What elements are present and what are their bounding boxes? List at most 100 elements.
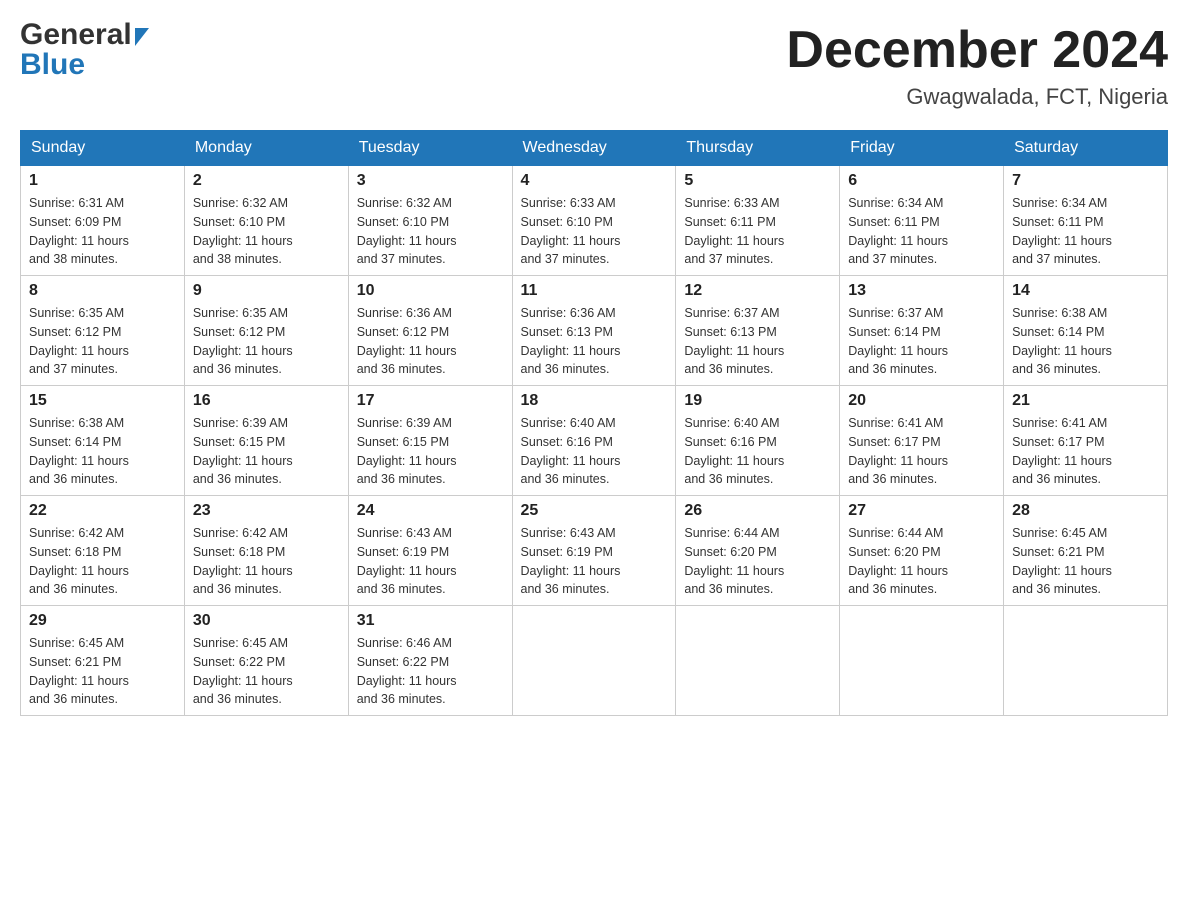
calendar-cell: 14 Sunrise: 6:38 AMSunset: 6:14 PMDayligh… xyxy=(1004,276,1168,386)
day-info: Sunrise: 6:37 AMSunset: 6:13 PMDaylight:… xyxy=(684,304,831,379)
day-info: Sunrise: 6:32 AMSunset: 6:10 PMDaylight:… xyxy=(193,194,340,269)
day-number: 12 xyxy=(684,282,831,300)
day-number: 31 xyxy=(357,612,504,630)
logo-blue: Blue xyxy=(20,50,149,80)
calendar-cell: 30Sunrise: 6:45 AMSunset: 6:22 PMDayligh… xyxy=(184,606,348,716)
header-sunday: Sunday xyxy=(21,131,185,166)
calendar-header-row: SundayMondayTuesdayWednesdayThursdayFrid… xyxy=(21,131,1168,166)
header-tuesday: Tuesday xyxy=(348,131,512,166)
week-row-5: 29Sunrise: 6:45 AMSunset: 6:21 PMDayligh… xyxy=(21,606,1168,716)
day-info: Sunrise: 6:40 AMSunset: 6:16 PMDaylight:… xyxy=(521,414,668,489)
calendar-cell: 5 Sunrise: 6:33 AMSunset: 6:11 PMDaylight… xyxy=(676,166,840,276)
day-number: 28 xyxy=(1012,502,1159,520)
header-thursday: Thursday xyxy=(676,131,840,166)
day-number: 25 xyxy=(521,502,668,520)
day-info: Sunrise: 6:42 AMSunset: 6:18 PMDaylight:… xyxy=(29,524,176,599)
day-info: Sunrise: 6:32 AMSunset: 6:10 PMDaylight:… xyxy=(357,194,504,269)
header-wednesday: Wednesday xyxy=(512,131,676,166)
day-number: 16 xyxy=(193,392,340,410)
day-number: 17 xyxy=(357,392,504,410)
calendar-cell: 2 Sunrise: 6:32 AMSunset: 6:10 PMDaylight… xyxy=(184,166,348,276)
calendar-cell: 6 Sunrise: 6:34 AMSunset: 6:11 PMDaylight… xyxy=(840,166,1004,276)
day-info: Sunrise: 6:40 AMSunset: 6:16 PMDaylight:… xyxy=(684,414,831,489)
day-number: 14 xyxy=(1012,282,1159,300)
calendar-cell: 15Sunrise: 6:38 AMSunset: 6:14 PMDayligh… xyxy=(21,386,185,496)
week-row-2: 8 Sunrise: 6:35 AMSunset: 6:12 PMDaylight… xyxy=(21,276,1168,386)
page-header: General Blue December 2024 Gwagwalada, F… xyxy=(20,20,1168,110)
day-info: Sunrise: 6:42 AMSunset: 6:18 PMDaylight:… xyxy=(193,524,340,599)
day-info: Sunrise: 6:36 AMSunset: 6:13 PMDaylight:… xyxy=(521,304,668,379)
day-number: 2 xyxy=(193,172,340,190)
calendar-cell: 9 Sunrise: 6:35 AMSunset: 6:12 PMDaylight… xyxy=(184,276,348,386)
logo-arrow xyxy=(135,28,149,46)
day-info: Sunrise: 6:45 AMSunset: 6:21 PMDaylight:… xyxy=(1012,524,1159,599)
header-friday: Friday xyxy=(840,131,1004,166)
calendar-cell: 28 Sunrise: 6:45 AMSunset: 6:21 PMDayligh… xyxy=(1004,496,1168,606)
day-info: Sunrise: 6:35 AMSunset: 6:12 PMDaylight:… xyxy=(193,304,340,379)
day-number: 27 xyxy=(848,502,995,520)
day-number: 8 xyxy=(29,282,176,300)
day-number: 9 xyxy=(193,282,340,300)
calendar-cell xyxy=(676,606,840,716)
day-number: 18 xyxy=(521,392,668,410)
day-number: 10 xyxy=(357,282,504,300)
calendar-cell xyxy=(840,606,1004,716)
day-number: 23 xyxy=(193,502,340,520)
calendar-cell: 23 Sunrise: 6:42 AMSunset: 6:18 PMDayligh… xyxy=(184,496,348,606)
calendar-cell: 17 Sunrise: 6:39 AMSunset: 6:15 PMDayligh… xyxy=(348,386,512,496)
day-info: Sunrise: 6:34 AMSunset: 6:11 PMDaylight:… xyxy=(1012,194,1159,269)
day-info: Sunrise: 6:41 AMSunset: 6:17 PMDaylight:… xyxy=(848,414,995,489)
day-info: Sunrise: 6:44 AMSunset: 6:20 PMDaylight:… xyxy=(848,524,995,599)
day-number: 11 xyxy=(521,282,668,300)
calendar-cell: 24Sunrise: 6:43 AMSunset: 6:19 PMDayligh… xyxy=(348,496,512,606)
calendar-cell: 26 Sunrise: 6:44 AMSunset: 6:20 PMDayligh… xyxy=(676,496,840,606)
calendar-cell xyxy=(1004,606,1168,716)
day-info: Sunrise: 6:41 AMSunset: 6:17 PMDaylight:… xyxy=(1012,414,1159,489)
calendar-cell: 3 Sunrise: 6:32 AMSunset: 6:10 PMDaylight… xyxy=(348,166,512,276)
day-info: Sunrise: 6:34 AMSunset: 6:11 PMDaylight:… xyxy=(848,194,995,269)
calendar-cell: 11 Sunrise: 6:36 AMSunset: 6:13 PMDayligh… xyxy=(512,276,676,386)
calendar-cell: 27 Sunrise: 6:44 AMSunset: 6:20 PMDayligh… xyxy=(840,496,1004,606)
logo-general: General xyxy=(20,20,149,50)
calendar-cell: 13Sunrise: 6:37 AMSunset: 6:14 PMDayligh… xyxy=(840,276,1004,386)
calendar-cell: 4Sunrise: 6:33 AMSunset: 6:10 PMDaylight… xyxy=(512,166,676,276)
day-info: Sunrise: 6:39 AMSunset: 6:15 PMDaylight:… xyxy=(357,414,504,489)
calendar-cell: 19 Sunrise: 6:40 AMSunset: 6:16 PMDayligh… xyxy=(676,386,840,496)
day-number: 15 xyxy=(29,392,176,410)
day-info: Sunrise: 6:44 AMSunset: 6:20 PMDaylight:… xyxy=(684,524,831,599)
calendar-cell: 12 Sunrise: 6:37 AMSunset: 6:13 PMDayligh… xyxy=(676,276,840,386)
day-info: Sunrise: 6:38 AMSunset: 6:14 PMDaylight:… xyxy=(1012,304,1159,379)
calendar-cell: 31 Sunrise: 6:46 AMSunset: 6:22 PMDayligh… xyxy=(348,606,512,716)
calendar-cell: 1Sunrise: 6:31 AMSunset: 6:09 PMDaylight… xyxy=(21,166,185,276)
calendar-cell: 10Sunrise: 6:36 AMSunset: 6:12 PMDayligh… xyxy=(348,276,512,386)
week-row-1: 1Sunrise: 6:31 AMSunset: 6:09 PMDaylight… xyxy=(21,166,1168,276)
day-number: 24 xyxy=(357,502,504,520)
day-info: Sunrise: 6:46 AMSunset: 6:22 PMDaylight:… xyxy=(357,634,504,709)
calendar-cell: 29Sunrise: 6:45 AMSunset: 6:21 PMDayligh… xyxy=(21,606,185,716)
day-number: 3 xyxy=(357,172,504,190)
calendar-cell: 25 Sunrise: 6:43 AMSunset: 6:19 PMDayligh… xyxy=(512,496,676,606)
day-info: Sunrise: 6:33 AMSunset: 6:11 PMDaylight:… xyxy=(684,194,831,269)
calendar-cell: 16 Sunrise: 6:39 AMSunset: 6:15 PMDayligh… xyxy=(184,386,348,496)
day-info: Sunrise: 6:45 AMSunset: 6:22 PMDaylight:… xyxy=(193,634,340,709)
day-info: Sunrise: 6:33 AMSunset: 6:10 PMDaylight:… xyxy=(521,194,668,269)
day-number: 26 xyxy=(684,502,831,520)
calendar-cell: 7 Sunrise: 6:34 AMSunset: 6:11 PMDaylight… xyxy=(1004,166,1168,276)
week-row-4: 22Sunrise: 6:42 AMSunset: 6:18 PMDayligh… xyxy=(21,496,1168,606)
day-info: Sunrise: 6:37 AMSunset: 6:14 PMDaylight:… xyxy=(848,304,995,379)
day-number: 1 xyxy=(29,172,176,190)
day-number: 6 xyxy=(848,172,995,190)
calendar-cell: 22Sunrise: 6:42 AMSunset: 6:18 PMDayligh… xyxy=(21,496,185,606)
calendar-cell: 8 Sunrise: 6:35 AMSunset: 6:12 PMDaylight… xyxy=(21,276,185,386)
day-number: 7 xyxy=(1012,172,1159,190)
logo: General Blue xyxy=(20,20,149,80)
day-number: 20 xyxy=(848,392,995,410)
calendar-cell xyxy=(512,606,676,716)
day-number: 5 xyxy=(684,172,831,190)
day-number: 19 xyxy=(684,392,831,410)
day-info: Sunrise: 6:45 AMSunset: 6:21 PMDaylight:… xyxy=(29,634,176,709)
day-info: Sunrise: 6:39 AMSunset: 6:15 PMDaylight:… xyxy=(193,414,340,489)
day-info: Sunrise: 6:35 AMSunset: 6:12 PMDaylight:… xyxy=(29,304,176,379)
location: Gwagwalada, FCT, Nigeria xyxy=(786,84,1168,110)
day-info: Sunrise: 6:43 AMSunset: 6:19 PMDaylight:… xyxy=(521,524,668,599)
